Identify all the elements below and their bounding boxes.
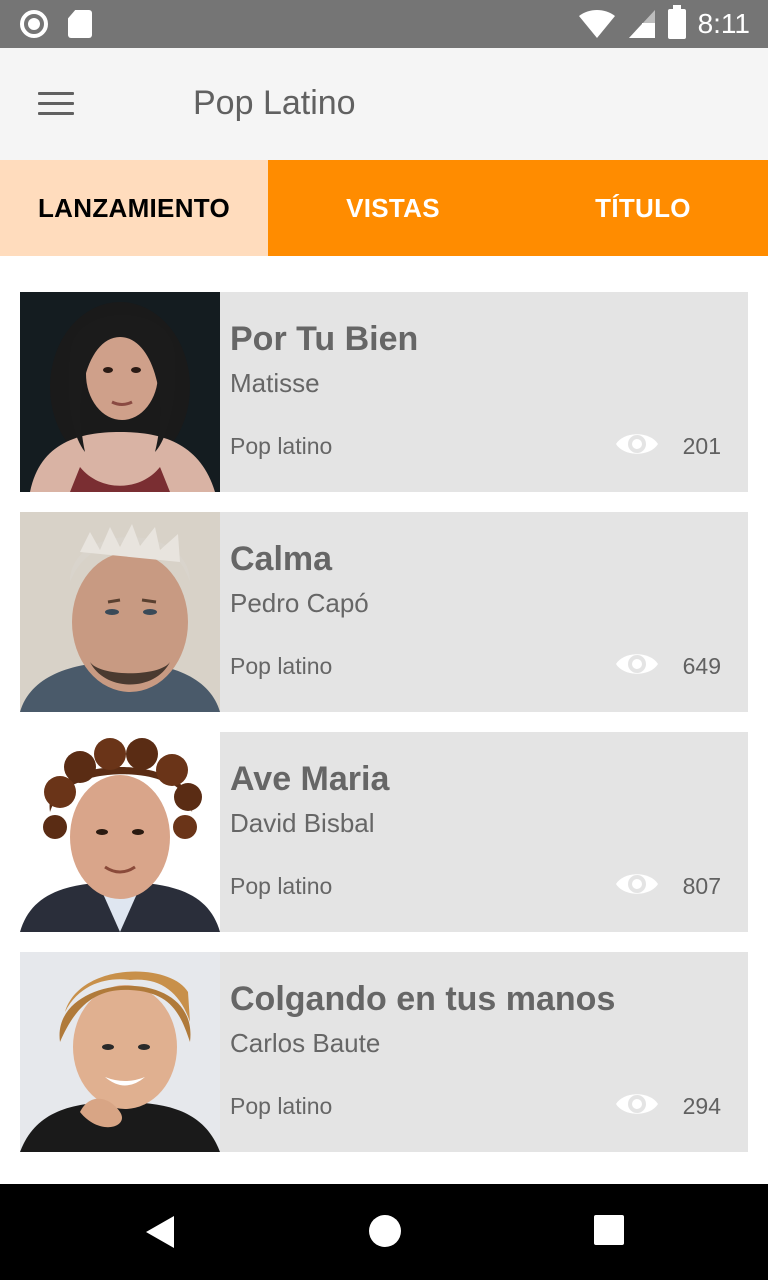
song-artist: Matisse xyxy=(230,368,320,398)
status-bar: 8:11 xyxy=(0,0,768,48)
view-count: 201 xyxy=(682,433,721,459)
artist-photo xyxy=(20,512,220,712)
back-icon[interactable] xyxy=(144,1214,176,1250)
home-icon[interactable] xyxy=(368,1214,402,1248)
song-card[interactable]: Calma Pedro Capó Pop latino 649 xyxy=(20,512,748,712)
song-artist: Pedro Capó xyxy=(230,588,369,618)
song-title: Ave Maria xyxy=(230,760,390,798)
recents-icon[interactable] xyxy=(594,1214,624,1246)
song-card[interactable]: Colgando en tus manos Carlos Baute Pop l… xyxy=(20,952,748,1152)
eye-icon xyxy=(616,1094,658,1114)
song-list: Por Tu Bien Matisse Pop latino 201 Calma… xyxy=(20,292,748,1172)
system-nav-bar xyxy=(0,1184,768,1280)
artist-photo xyxy=(20,732,220,932)
song-card[interactable]: Por Tu Bien Matisse Pop latino 201 xyxy=(20,292,748,492)
status-left-icons xyxy=(20,10,92,38)
tab-titulo[interactable]: TÍTULO xyxy=(518,160,768,256)
cell-signal-icon xyxy=(628,10,655,38)
view-count: 649 xyxy=(682,653,721,679)
song-artist: David Bisbal xyxy=(230,808,375,838)
song-genre: Pop latino xyxy=(230,1093,333,1119)
eye-icon xyxy=(616,654,658,674)
status-right-icons: 8:11 xyxy=(578,5,750,40)
song-genre: Pop latino xyxy=(230,873,333,899)
view-count: 807 xyxy=(682,873,721,899)
artist-photo xyxy=(20,952,220,1152)
tab-vistas[interactable]: VISTAS xyxy=(268,160,518,256)
song-card[interactable]: Ave Maria David Bisbal Pop latino 807 xyxy=(20,732,748,932)
artist-photo xyxy=(20,292,220,492)
eye-icon xyxy=(616,434,658,454)
view-count: 294 xyxy=(682,1093,721,1119)
eye-icon xyxy=(616,874,658,894)
tab-lanzamiento[interactable]: LANZAMIENTO xyxy=(0,160,268,256)
app-bar: Pop Latino xyxy=(0,48,768,160)
hamburger-menu-icon[interactable] xyxy=(36,88,76,120)
song-genre: Pop latino xyxy=(230,653,333,679)
battery-icon xyxy=(667,5,686,39)
song-title: Colgando en tus manos xyxy=(230,980,616,1018)
sort-tabs: LANZAMIENTO VISTAS TÍTULO xyxy=(0,160,768,256)
song-title: Calma xyxy=(230,540,333,578)
song-title: Por Tu Bien xyxy=(230,320,419,358)
song-artist: Carlos Baute xyxy=(230,1028,381,1058)
screen: 8:11 Pop Latino LANZAMIENTO VISTAS TÍTUL… xyxy=(0,0,768,1280)
page-title: Pop Latino xyxy=(193,84,356,122)
sd-card-icon xyxy=(68,10,92,38)
song-genre: Pop latino xyxy=(230,433,333,459)
wifi-icon xyxy=(578,10,615,38)
record-circle-icon xyxy=(20,10,48,38)
status-time: 8:11 xyxy=(697,8,750,39)
